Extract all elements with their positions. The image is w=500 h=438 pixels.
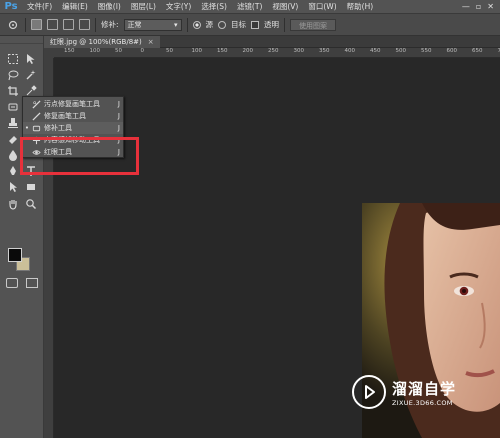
source-radio[interactable] bbox=[192, 20, 201, 29]
ruler-tick-label: 600 bbox=[446, 48, 458, 54]
top-ruler: 150 100 50 0 50 100 150 200 250 300 350 400 450 500 55… bbox=[54, 48, 500, 58]
quick-mask-icon[interactable] bbox=[6, 278, 18, 288]
ruler-tick-label: 150 bbox=[64, 48, 75, 54]
flyout-item-healing-brush[interactable]: 修复画笔工具 J bbox=[23, 110, 123, 122]
ruler-tick-label: 100 bbox=[191, 48, 203, 54]
new-selection-icon[interactable] bbox=[31, 19, 42, 30]
marquee-tool-icon[interactable] bbox=[5, 52, 21, 66]
ruler-tick-label: 200 bbox=[242, 48, 254, 54]
move-tool-icon[interactable] bbox=[23, 52, 39, 66]
red-eye-highlight-box bbox=[20, 137, 139, 175]
menu-view[interactable]: 视图(V) bbox=[267, 1, 303, 12]
menu-edit[interactable]: 编辑(E) bbox=[57, 1, 93, 12]
ruler-corner bbox=[44, 48, 54, 58]
ruler-tick-label: 50 bbox=[166, 48, 173, 54]
ruler-tick-label: 650 bbox=[472, 48, 483, 54]
menu-type[interactable]: 文字(Y) bbox=[161, 1, 196, 12]
path-selection-icon[interactable] bbox=[5, 180, 21, 194]
ruler-tick-label: 350 bbox=[319, 48, 330, 54]
transparent-checkbox[interactable] bbox=[251, 20, 260, 29]
patch-mode-label: 修补: bbox=[101, 20, 119, 29]
rectangle-tool-icon[interactable] bbox=[23, 180, 39, 194]
menu-layer[interactable]: 图层(L) bbox=[126, 1, 161, 12]
intersect-selection-icon[interactable] bbox=[79, 19, 90, 30]
flyout-item-label: 污点修复画笔工具 bbox=[44, 100, 100, 108]
flyout-item-spot-healing-brush[interactable]: 污点修复画笔工具 J bbox=[23, 98, 123, 110]
patch-mode-select[interactable]: 正常 ▾ bbox=[123, 18, 182, 31]
separator bbox=[284, 17, 286, 32]
menu-select[interactable]: 选择(S) bbox=[196, 1, 232, 12]
eraser-icon[interactable] bbox=[5, 132, 21, 146]
spot-healing-brush-icon bbox=[31, 99, 41, 109]
restore-button[interactable]: ▫ bbox=[476, 2, 481, 11]
close-button[interactable]: ✕ bbox=[487, 2, 494, 11]
separator bbox=[25, 17, 26, 32]
ruler-tick-label: 0 bbox=[140, 48, 145, 54]
photoshop-logo: Ps bbox=[4, 1, 18, 12]
active-bullet-icon: • bbox=[24, 124, 30, 132]
foreground-color-swatch[interactable] bbox=[8, 248, 22, 262]
magic-wand-icon[interactable] bbox=[23, 68, 39, 82]
watermark: 溜溜自学 ZIXUE.3D66.COM bbox=[352, 373, 470, 411]
ruler-tick-label: 550 bbox=[421, 48, 432, 54]
ruler-tick-label: 250 bbox=[268, 48, 279, 54]
crop-tool-icon[interactable] bbox=[5, 84, 21, 98]
shortcut-key: J bbox=[117, 112, 120, 120]
watermark-url: ZIXUE.3D66.COM bbox=[392, 398, 453, 407]
blur-tool-icon[interactable] bbox=[5, 148, 21, 162]
watermark-title: 溜溜自学 bbox=[392, 379, 457, 398]
menu-bar: Ps 文件(F) 编辑(E) 图像(I) 图层(L) 文字(Y) 选择(S) 滤… bbox=[0, 0, 500, 14]
ruler-tick-label: 150 bbox=[217, 48, 228, 54]
ruler-tick-label: 500 bbox=[395, 48, 407, 54]
shortcut-key: J bbox=[117, 100, 120, 108]
patch-tool-icon[interactable] bbox=[5, 100, 21, 114]
menu-help[interactable]: 帮助(H) bbox=[342, 1, 379, 12]
document-tab[interactable]: 红眼.jpg @ 100%(RGB/8#) × bbox=[44, 36, 160, 48]
flyout-item-patch[interactable]: • 修补工具 J bbox=[23, 122, 123, 134]
panel-grip[interactable] bbox=[0, 36, 43, 44]
hand-tool-icon[interactable] bbox=[5, 197, 21, 211]
menu-filter[interactable]: 滤镜(T) bbox=[232, 1, 267, 12]
transparent-label: 透明 bbox=[264, 20, 280, 29]
screen-mode-icon[interactable] bbox=[26, 278, 38, 288]
target-label: 目标 bbox=[231, 20, 247, 29]
shortcut-key: J bbox=[117, 124, 120, 132]
add-selection-icon[interactable] bbox=[47, 19, 58, 30]
subtract-selection-icon[interactable] bbox=[63, 19, 74, 30]
separator bbox=[186, 17, 188, 32]
flyout-item-label: 修补工具 bbox=[44, 124, 72, 132]
flyout-item-label: 修复画笔工具 bbox=[44, 112, 86, 120]
patch-mode-value: 正常 bbox=[127, 20, 142, 29]
healing-brush-icon bbox=[31, 111, 41, 121]
tool-preset-icon[interactable] bbox=[6, 19, 20, 31]
patch-icon bbox=[31, 123, 41, 133]
zoom-tool-icon[interactable] bbox=[23, 197, 39, 211]
separator bbox=[95, 17, 96, 32]
close-icon[interactable]: × bbox=[148, 38, 154, 46]
lasso-tool-icon[interactable] bbox=[5, 68, 21, 82]
play-logo-icon bbox=[352, 375, 386, 409]
chevron-down-icon: ▾ bbox=[174, 20, 178, 29]
source-label: 源 bbox=[205, 20, 214, 29]
options-bar: 修补: 正常 ▾ 源 目标 透明 使用图案 bbox=[0, 14, 500, 36]
document-tab-title: 红眼.jpg @ 100%(RGB/8#) bbox=[50, 38, 142, 46]
pen-tool-icon[interactable] bbox=[5, 164, 21, 178]
target-radio[interactable] bbox=[218, 20, 227, 29]
ruler-tick-label: 400 bbox=[344, 48, 356, 54]
ruler-tick-label: 50 bbox=[115, 48, 122, 54]
clone-stamp-icon[interactable] bbox=[5, 116, 21, 130]
menu-file[interactable]: 文件(F) bbox=[22, 1, 57, 12]
ruler-tick-label: 300 bbox=[293, 48, 305, 54]
watermark-text: 溜溜自学 ZIXUE.3D66.COM bbox=[392, 378, 456, 407]
window-controls: — ▫ ✕ bbox=[462, 2, 500, 11]
use-pattern-button[interactable]: 使用图案 bbox=[290, 18, 337, 31]
minimize-button[interactable]: — bbox=[462, 2, 470, 11]
menu-image[interactable]: 图像(I) bbox=[93, 1, 126, 12]
document-tab-bar: 红眼.jpg @ 100%(RGB/8#) × bbox=[44, 36, 500, 48]
menu-window[interactable]: 窗口(W) bbox=[303, 1, 341, 12]
ruler-tick-label: 100 bbox=[89, 48, 101, 54]
ruler-tick-label: 450 bbox=[370, 48, 381, 54]
